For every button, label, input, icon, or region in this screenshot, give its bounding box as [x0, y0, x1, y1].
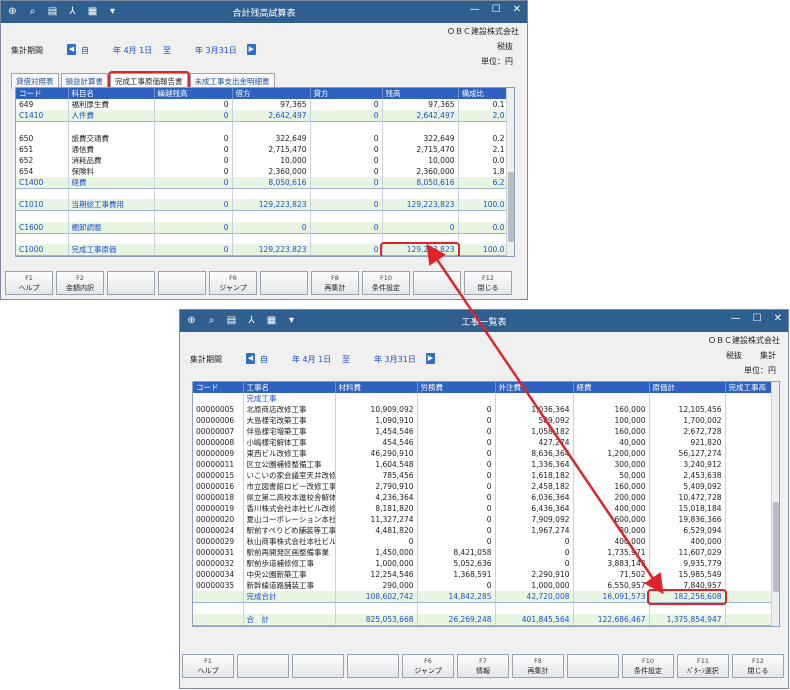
- annotation-overlay: [426, 243, 664, 595]
- link-arrow: [426, 243, 664, 595]
